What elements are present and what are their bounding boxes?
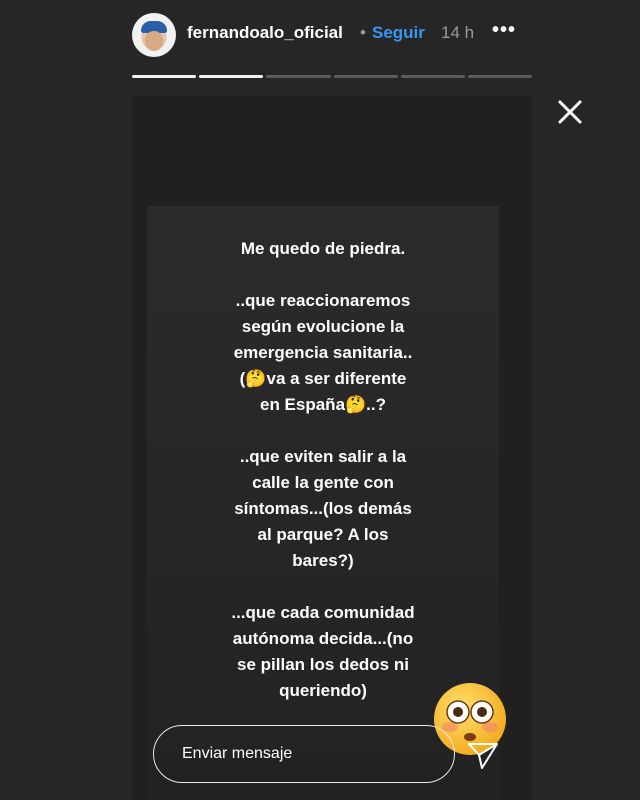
story-progress [132,75,533,78]
progress-segment [132,75,197,78]
progress-segment [333,75,398,78]
message-input[interactable]: Enviar mensaje [153,725,455,783]
follow-button[interactable]: Seguir [372,23,425,43]
progress-segment [467,75,533,78]
more-options-icon[interactable]: ••• [492,19,516,42]
send-icon[interactable] [466,738,500,772]
avatar-face [145,31,163,51]
story-text: Me quedo de piedra. ..que reaccionaremos… [231,239,415,700]
close-icon[interactable] [556,98,584,126]
avatar[interactable] [132,13,176,57]
progress-segment [199,75,264,78]
username[interactable]: fernandoalo_oficial [187,23,343,43]
message-placeholder: Enviar mensaje [182,745,293,762]
separator-dot: • [360,23,366,42]
progress-segment [266,75,331,78]
post-time: 14 h [441,23,475,42]
progress-segment [400,75,465,78]
story-header: fernandoalo_oficial • Seguir 14 h ••• [0,0,640,70]
